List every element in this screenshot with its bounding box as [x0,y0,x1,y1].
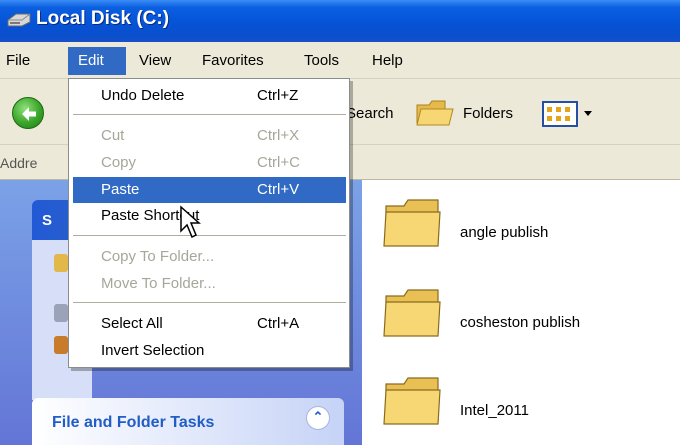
title-bar: Local Disk (C:) [0,0,680,42]
menu-favorites[interactable]: Favorites [202,52,264,69]
address-label: Addre [0,155,38,171]
menu-edit-label: Edit [78,52,104,69]
folder-item[interactable]: Intel_2011 [382,374,672,434]
views-icon [542,101,578,127]
menu-view[interactable]: View [139,52,171,69]
menu-item-shortcut: Ctrl+A [257,315,300,332]
back-button[interactable] [12,97,44,129]
menu-item-label: Undo Delete [101,87,185,104]
folders-button-label: Folders [463,105,514,122]
file-folder-tasks-title: File and Folder Tasks [52,414,215,431]
menu-item-label: Paste [101,181,140,198]
menu-item-move-to-folder[interactable]: Move To Folder... [73,271,346,297]
chevron-down-icon [584,111,592,116]
menu-separator [73,302,346,304]
back-arrow-icon [22,107,36,121]
menu-file[interactable]: File [6,52,30,69]
file-folder-tasks-header[interactable]: File and Folder Tasks ⌃ [32,398,344,445]
menu-tools[interactable]: Tools [304,52,339,69]
search-button[interactable]: Search [346,105,394,122]
menu-help[interactable]: Help [372,52,403,69]
folders-icon [416,100,454,126]
folder-icon [383,199,441,247]
menu-separator [73,114,346,116]
menu-separator [73,235,346,237]
edit-menu-dropdown: Undo Delete Ctrl+Z Cut Ctrl+X Copy Ctrl+… [68,78,350,368]
drive-icon [7,13,31,27]
task-icon [54,304,68,322]
folder-icon [383,289,441,337]
menu-item-select-all[interactable]: Select All Ctrl+A [73,311,346,337]
folder-name: cosheston publish [460,314,581,331]
menu-item-paste[interactable]: Paste Ctrl+V [73,177,346,203]
menu-item-shortcut: Ctrl+C [257,154,300,171]
mouse-cursor-icon [180,205,201,239]
folders-button[interactable]: Folders [415,95,527,129]
menu-bar: File Edit View Favorites Tools Help [0,42,680,78]
menu-item-invert-selection[interactable]: Invert Selection [73,338,346,364]
menu-item-undo-delete[interactable]: Undo Delete Ctrl+Z [73,83,346,109]
folder-name: angle publish [460,224,549,241]
menu-item-shortcut: Ctrl+Z [257,87,299,104]
menu-item-shortcut: Ctrl+X [257,127,300,144]
menu-item-label: Copy [101,154,137,171]
menu-item-label: Invert Selection [101,342,205,359]
menu-item-paste-shortcut[interactable]: Paste Shortcut [73,203,346,229]
menu-item-copy-to-folder[interactable]: Copy To Folder... [73,244,346,270]
menu-item-label: Select All [101,315,163,332]
menu-edit[interactable]: Edit [68,47,126,75]
menu-item-label: Copy To Folder... [101,248,215,265]
collapse-icon[interactable]: ⌃ [306,406,330,430]
menu-item-copy[interactable]: Copy Ctrl+C [73,150,346,176]
folder-item[interactable]: cosheston publish [382,286,672,346]
task-icon [54,254,68,272]
menu-item-cut[interactable]: Cut Ctrl+X [73,123,346,149]
views-button[interactable] [540,99,596,129]
folder-icon [383,377,441,425]
system-tasks-title: S [42,212,53,229]
search-icon [54,336,68,354]
folder-name: Intel_2011 [460,402,529,419]
menu-item-shortcut: Ctrl+V [257,181,300,198]
file-list: angle publish cosheston publish Intel_20… [362,180,680,445]
folder-item[interactable]: angle publish [382,196,672,256]
window-title: Local Disk (C:) [36,8,170,29]
menu-item-label: Cut [101,127,125,144]
menu-item-label: Move To Folder... [101,275,216,292]
